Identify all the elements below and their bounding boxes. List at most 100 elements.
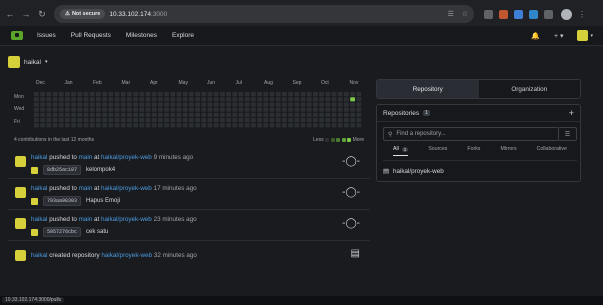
heatmap-cell[interactable]	[220, 118, 225, 123]
heatmap-cell[interactable]	[331, 102, 337, 107]
heatmap-cell[interactable]	[158, 107, 163, 112]
heatmap-cell[interactable]	[263, 112, 269, 117]
heatmap-cell[interactable]	[120, 112, 126, 117]
heatmap-cell[interactable]	[71, 118, 76, 123]
heatmap-cell[interactable]	[288, 97, 293, 102]
user-menu[interactable]: ▾	[577, 30, 593, 41]
heatmap-cell[interactable]	[288, 118, 293, 123]
bookmark-star-icon[interactable]: ☆	[462, 10, 468, 18]
heatmap-cell[interactable]	[319, 107, 324, 112]
heatmap-cell[interactable]	[133, 97, 138, 102]
heatmap-cell[interactable]	[269, 123, 275, 128]
heatmap-cell[interactable]	[275, 118, 281, 123]
heatmap-cell[interactable]	[133, 92, 138, 97]
heatmap-cell[interactable]	[170, 118, 176, 123]
heatmap-cell[interactable]	[176, 97, 182, 102]
heatmap-cell[interactable]	[127, 97, 132, 102]
heatmap-cell[interactable]	[77, 97, 83, 102]
heatmap-cell[interactable]	[158, 92, 163, 97]
heatmap-cell[interactable]	[133, 112, 138, 117]
heatmap-cell[interactable]	[313, 123, 318, 128]
heatmap-cell[interactable]	[83, 107, 89, 112]
heatmap-cell[interactable]	[294, 123, 300, 128]
heatmap-cell[interactable]	[319, 92, 324, 97]
heatmap-cell[interactable]	[170, 97, 176, 102]
heatmap-cell[interactable]	[331, 112, 337, 117]
feed-user-link[interactable]: haikal	[31, 154, 47, 161]
heatmap-cell[interactable]	[182, 123, 188, 128]
heatmap-cell[interactable]	[350, 123, 355, 128]
heatmap-cell[interactable]	[170, 123, 176, 128]
heatmap-cell[interactable]	[337, 123, 343, 128]
heatmap-cell[interactable]	[313, 118, 318, 123]
heatmap-cell[interactable]	[189, 92, 194, 97]
heatmap-cell[interactable]	[263, 123, 269, 128]
heatmap-cell[interactable]	[52, 112, 58, 117]
heatmap-cell[interactable]	[139, 112, 145, 117]
heatmap-cell[interactable]	[71, 107, 76, 112]
heatmap-cell[interactable]	[34, 123, 39, 128]
filter-collaborative[interactable]: Collaborative	[537, 146, 567, 156]
heatmap-cell[interactable]	[164, 123, 169, 128]
heatmap-cell[interactable]	[127, 102, 132, 107]
heatmap-cell[interactable]	[282, 92, 287, 97]
heatmap-cell[interactable]	[58, 118, 64, 123]
heatmap-cell[interactable]	[244, 92, 250, 97]
address-bar[interactable]: ⚠ Not secure 10.33.102.174:3000 ☰ ☆	[54, 5, 474, 23]
heatmap-cell[interactable]	[331, 97, 337, 102]
heatmap-cell[interactable]	[213, 123, 219, 128]
repo-search-input[interactable]: ⚲ Find a repository...	[383, 127, 559, 141]
heatmap-cell[interactable]	[344, 112, 349, 117]
heatmap-cell[interactable]	[40, 107, 45, 112]
heatmap-cell[interactable]	[151, 92, 157, 97]
filter-forks[interactable]: Forks	[467, 146, 480, 156]
bell-icon[interactable]: 🔔	[531, 32, 540, 40]
heatmap-cell[interactable]	[182, 92, 188, 97]
heatmap-cell[interactable]	[83, 112, 89, 117]
heatmap-cell[interactable]	[232, 112, 238, 117]
heatmap-cell[interactable]	[294, 92, 300, 97]
heatmap-cell[interactable]	[306, 123, 312, 128]
commit-sha[interactable]: 8db25ac187	[43, 165, 82, 175]
heatmap-cell[interactable]	[350, 112, 355, 117]
heatmap-cell[interactable]	[238, 97, 244, 102]
heatmap-cell[interactable]	[207, 118, 213, 123]
heatmap-cell[interactable]	[114, 118, 120, 123]
heatmap-cell[interactable]	[34, 112, 39, 117]
heatmap-cell[interactable]	[325, 97, 331, 102]
heatmap-cell[interactable]	[275, 107, 281, 112]
heatmap-cell[interactable]	[263, 92, 269, 97]
heatmap-cell[interactable]	[251, 97, 256, 102]
heatmap-cell[interactable]	[46, 107, 52, 112]
heatmap-cell[interactable]	[139, 107, 145, 112]
heatmap-cell[interactable]	[77, 92, 83, 97]
heatmap-cell[interactable]	[350, 118, 355, 123]
heatmap-cell[interactable]	[213, 107, 219, 112]
heatmap-cell[interactable]	[232, 123, 238, 128]
user-avatar[interactable]	[15, 218, 26, 229]
heatmap-cell[interactable]	[114, 97, 120, 102]
heatmap-cell[interactable]	[176, 107, 182, 112]
commit-sha[interactable]: 793aa98303	[43, 196, 82, 206]
nav-issues[interactable]: Issues	[37, 32, 56, 39]
heatmap-cell[interactable]	[89, 102, 95, 107]
feed-user-link[interactable]: haikal	[31, 252, 47, 259]
heatmap-cell[interactable]	[337, 102, 343, 107]
heatmap-cell[interactable]	[251, 123, 256, 128]
heatmap-cell[interactable]	[145, 123, 151, 128]
filter-icon[interactable]: ☰	[559, 127, 577, 141]
heatmap-cell[interactable]	[34, 102, 39, 107]
heatmap-cell[interactable]	[195, 123, 200, 128]
heatmap-cell[interactable]	[313, 102, 318, 107]
heatmap-cell[interactable]	[201, 97, 207, 102]
heatmap-cell[interactable]	[127, 118, 132, 123]
extension-icon[interactable]	[529, 9, 538, 19]
heatmap-cell[interactable]	[46, 112, 52, 117]
heatmap-cell[interactable]	[269, 107, 275, 112]
heatmap-cell[interactable]	[40, 112, 45, 117]
heatmap-cell[interactable]	[257, 118, 262, 123]
heatmap-cell[interactable]	[269, 118, 275, 123]
heatmap-cell[interactable]	[127, 92, 132, 97]
heatmap-cell[interactable]	[282, 102, 287, 107]
heatmap-cell[interactable]	[102, 112, 107, 117]
